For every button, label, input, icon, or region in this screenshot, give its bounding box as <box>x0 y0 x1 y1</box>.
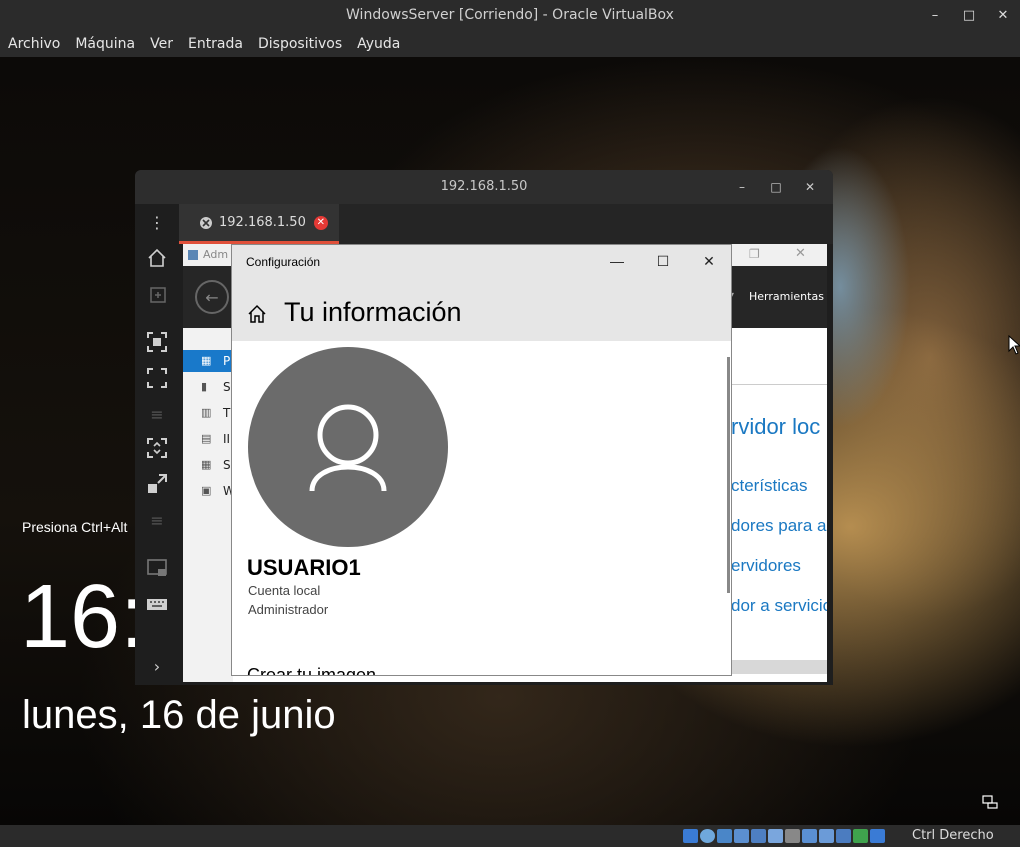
settings-title-bar: Configuración — ☐ ✕ <box>232 245 731 279</box>
rdp-minimize-button[interactable]: – <box>725 170 759 204</box>
nav-item-label[interactable]: II <box>223 432 230 446</box>
nav-item-label[interactable]: T <box>223 406 230 420</box>
resize-icon[interactable] <box>145 472 169 496</box>
back-arrow-icon[interactable]: ← <box>195 280 229 314</box>
dashboard-icon: ▦ <box>201 354 212 367</box>
settings-header: Tu información <box>232 279 731 341</box>
rdp-tab[interactable]: 192.168.1.50 ✕ <box>179 204 339 244</box>
user-icon <box>309 404 387 492</box>
storage-icon: ▦ <box>201 458 212 471</box>
local-server-icon: ▮ <box>201 380 208 393</box>
horizontal-scrollbar[interactable] <box>731 660 827 674</box>
username: USUARIO1 <box>247 555 361 580</box>
quick-link[interactable]: dores para ac <box>731 516 827 536</box>
menu-ver[interactable]: Ver <box>142 36 180 52</box>
menu-dispositivos[interactable]: Dispositivos <box>250 36 349 52</box>
minimize-button[interactable]: – <box>918 0 952 31</box>
keyboard-icon[interactable] <box>145 592 169 616</box>
server-manager-heading: rvidor loc <box>731 414 821 439</box>
settings-close-button[interactable]: ✕ <box>694 253 724 270</box>
cpu-icon[interactable] <box>836 829 851 843</box>
rdp-close-button[interactable]: ✕ <box>793 170 827 204</box>
optical-drive-icon[interactable] <box>700 829 715 843</box>
audio-icon[interactable] <box>734 829 749 843</box>
mouse-cursor-icon <box>1008 335 1020 355</box>
shared-folders-icon[interactable] <box>785 829 800 843</box>
page-title: Tu información <box>284 297 462 327</box>
section-heading: Crear tu imagen <box>247 665 377 676</box>
rdp-window-title: 192.168.1.50 <box>440 179 528 194</box>
lock-hint-text: Presiona Ctrl+Alt <box>22 519 128 535</box>
all-servers-icon: ▥ <box>201 406 212 419</box>
mouse-integration-icon[interactable] <box>853 829 868 843</box>
vbox-window-title: WindowsServer [Corriendo] - Oracle Virtu… <box>346 7 674 23</box>
server-manager-main: rvidor loc cterísticas dores para ac erv… <box>731 328 827 682</box>
quick-link[interactable]: ervidores <box>731 556 801 576</box>
menu-lines-icon-2[interactable]: ≡ <box>145 508 169 532</box>
menu-archivo[interactable]: Archivo <box>0 36 67 52</box>
server-manager-title: Adm <box>203 248 229 261</box>
server-manager-close-button[interactable]: ✕ <box>795 246 806 261</box>
server-manager-icon <box>188 250 198 260</box>
expand-chevron-icon[interactable]: › <box>145 654 169 678</box>
tab-close-icon[interactable]: ✕ <box>313 215 328 230</box>
scale-icon[interactable] <box>145 436 169 460</box>
hard-disk-icon[interactable] <box>683 829 698 843</box>
nav-item-label[interactable]: S <box>223 458 231 472</box>
tools-menu[interactable]: Herramientas <box>749 290 824 303</box>
usb-icon[interactable] <box>768 829 783 843</box>
settings-minimize-button[interactable]: — <box>602 253 632 269</box>
rdp-tab-bar: 192.168.1.50 ✕ <box>179 204 833 244</box>
server-manager-nav: ▦ P ▮ S ▥ T ▤ II ▦ S ▣ W <box>183 328 235 682</box>
quick-link[interactable]: dor a servicio <box>731 596 827 616</box>
account-type: Cuenta local <box>248 583 321 598</box>
settings-maximize-button[interactable]: ☐ <box>648 253 678 270</box>
settings-window: Configuración — ☐ ✕ Tu información USUAR… <box>231 244 732 676</box>
fullscreen-icon[interactable] <box>145 366 169 390</box>
recording-icon[interactable] <box>819 829 834 843</box>
window-icon[interactable] <box>145 556 169 580</box>
rdp-title-bar: 192.168.1.50 – □ ✕ <box>135 170 833 204</box>
account-role: Administrador <box>248 602 329 617</box>
rdp-maximize-button[interactable]: □ <box>759 170 793 204</box>
nav-item-label[interactable]: S <box>223 380 231 394</box>
restore-icon[interactable]: ❐ <box>749 247 760 261</box>
rdp-sidebar: ⋮ ≡ ≡ › <box>135 204 179 685</box>
iis-icon: ▤ <box>201 432 212 445</box>
vertical-scrollbar[interactable] <box>727 357 730 593</box>
new-connection-icon[interactable] <box>145 282 169 306</box>
home-icon[interactable] <box>145 246 169 270</box>
menu-maquina[interactable]: Máquina <box>67 36 142 52</box>
close-button[interactable]: ✕ <box>986 0 1020 31</box>
wsus-icon: ▣ <box>201 484 212 497</box>
menu-ayuda[interactable]: Ayuda <box>349 36 407 52</box>
nav-item-label[interactable]: P <box>223 354 230 368</box>
avatar <box>248 347 448 547</box>
remote-desktop-icon <box>200 216 212 229</box>
fit-screen-icon[interactable] <box>145 330 169 354</box>
quick-link[interactable]: cterísticas <box>731 476 808 496</box>
more-options-icon[interactable]: ⋮ <box>145 210 169 234</box>
vbox-menu-bar: Archivo Máquina Ver Entrada Dispositivos… <box>0 31 1020 57</box>
display-icon[interactable] <box>802 829 817 843</box>
rdp-tab-label: 192.168.1.50 <box>219 215 306 230</box>
network-icon[interactable] <box>982 794 998 810</box>
host-key-label: Ctrl Derecho <box>912 828 994 843</box>
vbox-title-bar: WindowsServer [Corriendo] - Oracle Virtu… <box>0 0 1020 31</box>
floppy-icon[interactable] <box>717 829 732 843</box>
lock-date: lunes, 16 de junio <box>22 693 336 737</box>
maximize-button[interactable]: □ <box>952 0 986 31</box>
keyboard-capture-icon[interactable] <box>870 829 885 843</box>
settings-window-title: Configuración <box>246 255 321 269</box>
vbox-status-bar: Ctrl Derecho <box>0 825 1020 847</box>
home-icon[interactable] <box>246 303 268 325</box>
menu-entrada[interactable]: Entrada <box>180 36 250 52</box>
network-adapter-icon[interactable] <box>751 829 766 843</box>
menu-lines-icon[interactable]: ≡ <box>145 402 169 426</box>
